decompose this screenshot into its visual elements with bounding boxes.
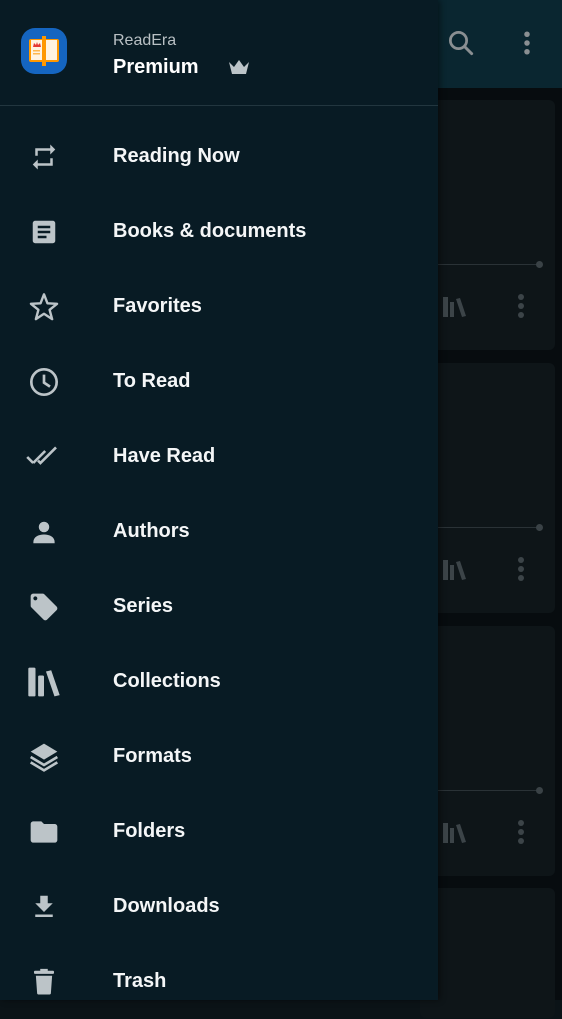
tag-icon bbox=[26, 589, 62, 625]
progress-thumb bbox=[536, 787, 543, 794]
menu-item-downloads[interactable]: Downloads bbox=[0, 869, 438, 944]
menu-item-favorites[interactable]: Favorites bbox=[0, 269, 438, 344]
drawer-header[interactable]: ReadEra Premium bbox=[0, 0, 438, 106]
book-card[interactable] bbox=[420, 363, 555, 613]
search-icon[interactable] bbox=[444, 26, 478, 60]
star-icon bbox=[26, 289, 62, 325]
menu-item-label: Trash bbox=[113, 970, 167, 992]
collections-icon[interactable] bbox=[442, 822, 468, 849]
menu-item-folders[interactable]: Folders bbox=[0, 794, 438, 869]
menu-item-to-read[interactable]: To Read bbox=[0, 344, 438, 419]
repeat-icon bbox=[26, 139, 62, 175]
book-card[interactable] bbox=[420, 888, 555, 1018]
layers-icon bbox=[26, 739, 62, 775]
drawer-menu: Reading Now Books & documents Favorites … bbox=[0, 119, 438, 1019]
document-icon bbox=[26, 214, 62, 250]
menu-item-label: Reading Now bbox=[113, 145, 240, 167]
clock-icon bbox=[26, 364, 62, 400]
menu-item-label: Series bbox=[113, 595, 174, 617]
book-card[interactable] bbox=[420, 626, 555, 876]
menu-item-label: Have Read bbox=[113, 445, 216, 467]
menu-item-label: Authors bbox=[113, 520, 190, 542]
menu-item-label: Folders bbox=[113, 820, 186, 842]
menu-item-label: To Read bbox=[113, 370, 191, 392]
crown-icon bbox=[228, 58, 250, 81]
more-vert-icon[interactable] bbox=[510, 26, 544, 60]
books-shelf-icon bbox=[26, 664, 62, 700]
premium-label: Premium bbox=[113, 56, 199, 78]
menu-item-series[interactable]: Series bbox=[0, 569, 438, 644]
navigation-drawer: ReadEra Premium Reading Now Books & docu… bbox=[0, 0, 438, 1000]
download-icon bbox=[26, 889, 62, 925]
menu-item-collections[interactable]: Collections bbox=[0, 644, 438, 719]
menu-item-authors[interactable]: Authors bbox=[0, 494, 438, 569]
book-card[interactable] bbox=[420, 100, 555, 350]
progress-thumb bbox=[536, 261, 543, 268]
menu-item-label: Formats bbox=[113, 745, 192, 767]
double-check-icon bbox=[26, 439, 62, 475]
menu-item-label: Collections bbox=[113, 670, 221, 692]
more-vert-icon[interactable] bbox=[516, 556, 526, 589]
menu-item-reading-now[interactable]: Reading Now bbox=[0, 119, 438, 194]
menu-item-label: Books & documents bbox=[113, 220, 307, 242]
menu-item-label: Downloads bbox=[113, 895, 220, 917]
person-icon bbox=[26, 514, 62, 550]
app-name: ReadEra bbox=[113, 32, 177, 49]
more-vert-icon[interactable] bbox=[516, 293, 526, 326]
app-logo-icon bbox=[20, 27, 68, 75]
trash-icon bbox=[26, 964, 62, 1000]
collections-icon[interactable] bbox=[442, 296, 468, 323]
more-vert-icon[interactable] bbox=[516, 819, 526, 852]
menu-item-trash[interactable]: Trash bbox=[0, 944, 438, 1019]
menu-item-label: Favorites bbox=[113, 295, 202, 317]
progress-thumb bbox=[536, 524, 543, 531]
menu-item-have-read[interactable]: Have Read bbox=[0, 419, 438, 494]
menu-item-formats[interactable]: Formats bbox=[0, 719, 438, 794]
menu-item-books-documents[interactable]: Books & documents bbox=[0, 194, 438, 269]
folder-icon bbox=[26, 814, 62, 850]
collections-icon[interactable] bbox=[442, 559, 468, 586]
